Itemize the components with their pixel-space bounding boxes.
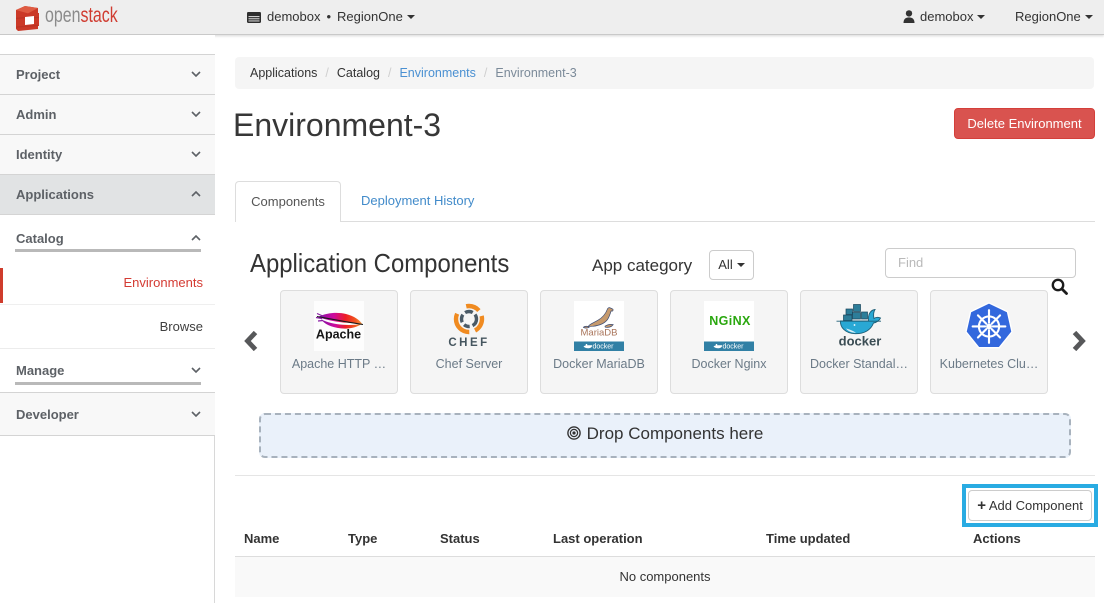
svg-text:docker: docker (722, 344, 744, 351)
svg-text:docker: docker (839, 334, 882, 349)
svg-text:Apache: Apache (316, 328, 361, 342)
svg-text:docker: docker (592, 344, 614, 351)
svg-text:MariaDB: MariaDB (581, 328, 618, 339)
svg-text:NGiNX: NGiNX (709, 314, 751, 328)
svg-text:CHEF: CHEF (448, 337, 489, 349)
